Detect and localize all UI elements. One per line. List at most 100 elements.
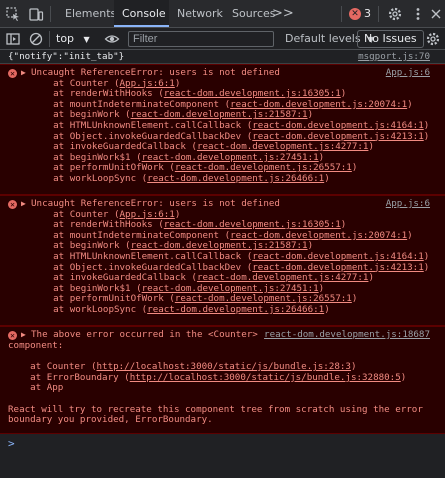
stack-frame-link[interactable]: react-dom.development.js:27451:1 <box>142 284 319 294</box>
filter-input[interactable]: Filter <box>128 31 274 47</box>
stack-frame-function: at beginWork ( <box>31 110 131 121</box>
stack-frame-function: at ErrorBoundary ( <box>8 372 130 383</box>
error-message: ✕ ▶ App.js:6 Uncaught ReferenceError: us… <box>0 195 445 326</box>
close-icon[interactable] <box>428 6 444 22</box>
error-body: The above error occurred in the <Counter… <box>31 330 258 341</box>
live-expression-eye-icon[interactable] <box>104 31 120 47</box>
stack-frame: at invokeGuardedCallback (react-dom.deve… <box>31 273 429 284</box>
stack-frame-function: at performUnitOfWork ( <box>31 163 175 174</box>
error-count-badge[interactable]: ✕ 3 <box>349 6 371 22</box>
stack-frame-link[interactable]: App.js:6:1 <box>120 210 175 220</box>
stack-frame: at invokeGuardedCallback (react-dom.deve… <box>31 142 429 153</box>
error-title: Uncaught ReferenceError: users is not de… <box>31 68 280 78</box>
clear-console-icon[interactable] <box>28 31 44 47</box>
sidebar-toggle-icon[interactable] <box>5 31 21 47</box>
source-link[interactable]: msgport.js:70 <box>358 51 430 63</box>
stack-frame-function: at performUnitOfWork ( <box>31 294 175 305</box>
stack-frame: at App <box>8 383 423 394</box>
tab-network[interactable]: Network <box>169 0 231 27</box>
stack-frame-link[interactable]: http://localhost:3000/static/js/bundle.j… <box>130 373 401 383</box>
inspect-element-icon[interactable] <box>5 6 21 22</box>
stack-frame-paren: ) <box>407 230 413 241</box>
log-levels-label: Default levels <box>285 32 361 45</box>
log-message: {"notify":"init_tab"} msgport.js:70 <box>0 50 445 64</box>
context-value: top <box>56 32 75 45</box>
stack-frame-link[interactable]: react-dom.development.js:4277:1 <box>197 273 368 283</box>
stack-frame-function: at mountIndeterminateComponent ( <box>31 230 231 241</box>
stack-frame-function: at workLoopSync ( <box>31 173 148 184</box>
console-prompt[interactable]: > <box>8 438 15 450</box>
divider <box>341 6 342 22</box>
stack-frame-paren: ) <box>318 152 325 163</box>
stack-frame-paren: ) <box>340 220 347 231</box>
stack-frame-link[interactable]: App.js:6:1 <box>120 79 175 89</box>
expand-triangle-icon[interactable]: ▶ <box>21 68 26 79</box>
device-toolbar-icon[interactable] <box>28 6 44 22</box>
stack-frame-link[interactable]: react-dom.development.js:27451:1 <box>142 153 319 163</box>
chevron-down-icon: ▼ <box>83 35 90 44</box>
stack-trace: at Counter (App.js:6:1) at renderWithHoo… <box>31 210 429 316</box>
error-icon: ✕ <box>8 331 17 340</box>
expand-triangle-icon[interactable]: ▶ <box>21 330 26 341</box>
stack-frame-function: at Object.invokeGuardedCallbackDev ( <box>31 131 253 142</box>
stack-frame-link[interactable]: react-dom.development.js:16305:1 <box>164 89 341 99</box>
gear-icon[interactable] <box>425 31 441 47</box>
more-tabs-button[interactable]: >> <box>272 0 294 27</box>
stack-frame: at ErrorBoundary (http://localhost:3000/… <box>8 373 423 384</box>
stack-frame-function: at invokeGuardedCallback ( <box>31 273 197 284</box>
log-text: {"notify":"init_tab"} <box>8 52 125 62</box>
stack-frame-paren: ) <box>351 163 358 174</box>
stack-frame-function: at renderWithHooks ( <box>31 89 164 100</box>
stack-frame-paren: ) <box>318 283 325 294</box>
stack-frame-function: at Counter ( <box>31 209 120 220</box>
stack-frame: at beginWork$1 (react-dom.development.js… <box>31 153 429 164</box>
stack-frame-function: at invokeGuardedCallback ( <box>31 142 197 153</box>
stack-frame-link[interactable]: react-dom.development.js:21587:1 <box>131 110 308 120</box>
error-title: Uncaught ReferenceError: users is not de… <box>31 199 280 209</box>
stack-frame-link[interactable]: react-dom.development.js:4213:1 <box>252 132 423 142</box>
error-note: React will try to recreate this componen… <box>8 404 423 415</box>
stack-frame-function: at beginWork ( <box>31 241 131 252</box>
stack-frame-link[interactable]: react-dom.development.js:26466:1 <box>147 305 324 315</box>
stack-frame-paren: ) <box>307 241 314 252</box>
stack-frame-link[interactable]: react-dom.development.js:16305:1 <box>164 220 341 230</box>
stack-frame-link[interactable]: react-dom.development.js:4213:1 <box>252 263 423 273</box>
stack-frame-paren: ) <box>368 142 374 153</box>
error-icon: ✕ <box>8 69 17 78</box>
stack-frame: at beginWork (react-dom.development.js:2… <box>31 110 429 121</box>
stack-frame-function: at HTMLUnknownElement.callCallback ( <box>31 251 253 262</box>
stack-frame: at performUnitOfWork (react-dom.developm… <box>31 163 429 174</box>
stack-frame-paren: ) <box>407 99 413 110</box>
stack-frame-link[interactable]: react-dom.development.js:4164:1 <box>252 121 423 131</box>
stack-frame-link[interactable]: react-dom.development.js:20074:1 <box>230 231 407 241</box>
stack-frame: at Object.invokeGuardedCallbackDev (reac… <box>31 132 429 143</box>
source-link[interactable]: react-dom.development.js:18687 <box>264 329 430 341</box>
error-message: ✕ ▶ react-dom.development.js:18687 The a… <box>0 326 445 434</box>
stack-frame: at beginWork (react-dom.development.js:2… <box>31 241 429 252</box>
stack-frame-link[interactable]: react-dom.development.js:26557:1 <box>175 294 352 304</box>
stack-frame-link[interactable]: react-dom.development.js:26557:1 <box>175 163 352 173</box>
stack-frame-link[interactable]: react-dom.development.js:4277:1 <box>197 142 368 152</box>
kebab-menu-icon[interactable] <box>410 6 426 22</box>
stack-frame-link[interactable]: react-dom.development.js:4164:1 <box>252 252 423 262</box>
stack-frame-link[interactable]: http://localhost:3000/static/js/bundle.j… <box>97 362 351 372</box>
stack-frame-link[interactable]: react-dom.development.js:20074:1 <box>230 100 407 110</box>
stack-frame: at Counter (App.js:6:1) <box>31 79 429 90</box>
stack-frame-link[interactable]: react-dom.development.js:21587:1 <box>131 241 308 251</box>
error-note: boundary you provided, ErrorBoundary. <box>8 415 213 426</box>
error-details: component: at Counter (http://localhost:… <box>8 341 423 426</box>
tab-console[interactable]: Console <box>114 0 169 27</box>
component-stack: at Counter (http://localhost:3000/static… <box>8 362 423 394</box>
stack-frame-paren: ) <box>423 251 430 262</box>
error-title: The above error occurred in the <Counter… <box>31 330 258 340</box>
divider <box>378 6 379 22</box>
context-select[interactable]: top ▼ <box>56 31 90 47</box>
gear-icon[interactable] <box>387 6 403 22</box>
issues-button[interactable]: No Issues <box>357 30 424 48</box>
divider <box>50 6 51 22</box>
expand-triangle-icon[interactable]: ▶ <box>21 199 26 210</box>
stack-frame: at Counter (App.js:6:1) <box>31 210 429 221</box>
stack-frame-paren: ) <box>351 294 358 305</box>
stack-frame-link[interactable]: react-dom.development.js:26466:1 <box>147 174 324 184</box>
